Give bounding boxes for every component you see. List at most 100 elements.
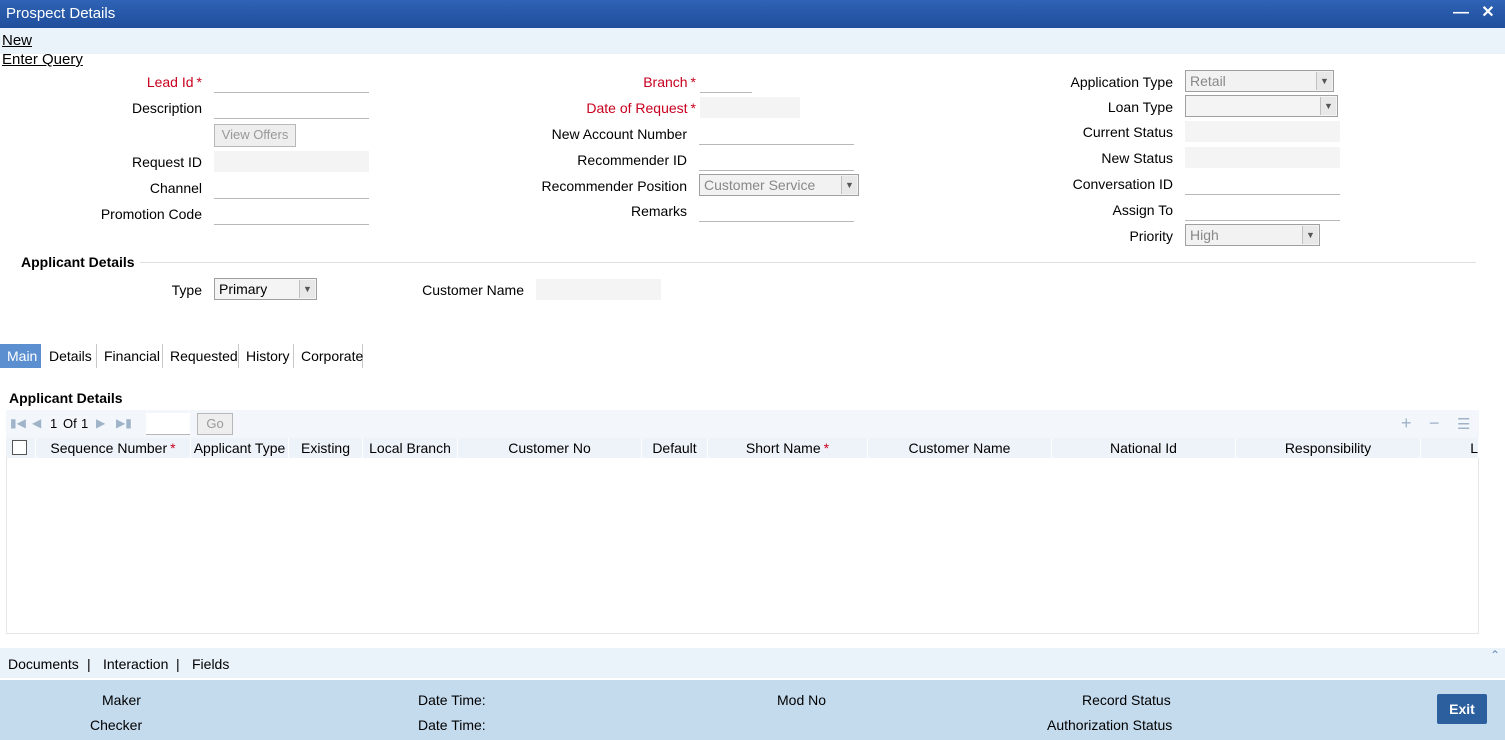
chevron-down-icon: ▼: [1302, 226, 1318, 244]
mod-no-label: Mod No: [777, 692, 827, 708]
channel-label: Channel: [149, 180, 202, 196]
description-input[interactable]: [214, 97, 369, 119]
window-titlebar: Prospect Details — ✕: [0, 0, 1505, 28]
channel-input[interactable]: [214, 177, 369, 199]
customer-name-input: [536, 279, 661, 301]
last-page-icon[interactable]: ▶▮: [116, 416, 132, 430]
new-account-number-label: New Account Number: [551, 126, 687, 142]
applicant-type-select[interactable]: Primary ▼: [214, 278, 317, 300]
link-separator: |: [87, 656, 91, 672]
customer-name-label: Customer Name: [422, 282, 524, 298]
priority-value: High: [1190, 227, 1219, 243]
col-l[interactable]: L: [1421, 438, 1479, 458]
loan-type-select[interactable]: ▼: [1185, 95, 1338, 117]
remarks-label: Remarks: [630, 203, 687, 219]
recommender-position-value: Customer Service: [704, 177, 816, 193]
first-page-icon[interactable]: ▮◀: [10, 416, 26, 430]
application-type-select[interactable]: Retail ▼: [1185, 70, 1334, 92]
audit-footer: Maker Checker Date Time: Date Time: Mod …: [0, 680, 1505, 740]
assign-to-input[interactable]: [1185, 199, 1340, 221]
applicant-details-section-title: Applicant Details: [21, 254, 135, 270]
request-id-input: [214, 151, 369, 173]
recommender-id-label: Recommender ID: [577, 152, 687, 168]
current-status-label: Current Status: [1082, 124, 1173, 140]
date-of-request-label: Date of Request *: [586, 100, 696, 116]
page-number-input[interactable]: [146, 413, 190, 435]
new-status-input: [1185, 147, 1340, 169]
enter-query-link[interactable]: Enter Query: [2, 51, 83, 68]
recommender-position-label: Recommender Position: [541, 178, 687, 194]
menu-bar: [0, 28, 1505, 54]
link-separator: |: [176, 656, 180, 672]
tab-details[interactable]: Details: [42, 344, 97, 368]
chevron-down-icon: ▼: [841, 176, 857, 194]
select-all-checkbox[interactable]: [12, 440, 27, 455]
chevron-down-icon: ▼: [1320, 97, 1336, 115]
multi-row-view-icon[interactable]: ☰: [1457, 415, 1470, 433]
minimize-icon[interactable]: —: [1451, 3, 1471, 23]
close-icon[interactable]: ✕: [1478, 3, 1498, 23]
new-account-number-input[interactable]: [699, 123, 854, 145]
current-status-input: [1185, 121, 1340, 143]
remarks-input[interactable]: [699, 200, 854, 222]
col-applicant-type[interactable]: Applicant Type: [191, 438, 289, 458]
application-type-label: Application Type: [1070, 74, 1173, 90]
prev-page-icon[interactable]: ◀: [32, 416, 41, 430]
go-button[interactable]: Go: [197, 413, 233, 435]
window-title: Prospect Details: [6, 5, 116, 22]
conversation-id-input[interactable]: [1185, 173, 1340, 195]
grid-header: Sequence Number * Applicant Type Existing…: [6, 438, 1479, 458]
interaction-link[interactable]: Interaction: [103, 656, 168, 672]
application-type-value: Retail: [1190, 73, 1226, 89]
col-local-branch[interactable]: Local Branch: [363, 438, 458, 458]
fields-link[interactable]: Fields: [192, 656, 229, 672]
col-responsibility[interactable]: Responsibility: [1236, 438, 1421, 458]
view-offers-button[interactable]: View Offers: [214, 124, 296, 147]
record-status-label: Record Status: [1082, 692, 1171, 708]
delete-row-icon[interactable]: −: [1429, 413, 1440, 434]
priority-label: Priority: [1129, 228, 1173, 244]
lead-id-label: Lead Id *: [146, 74, 202, 90]
col-default[interactable]: Default: [642, 438, 708, 458]
col-national-id[interactable]: National Id: [1052, 438, 1236, 458]
branch-input[interactable]: [700, 71, 752, 93]
promotion-code-label: Promotion Code: [100, 206, 202, 222]
authorization-status-label: Authorization Status: [1047, 717, 1173, 733]
tab-main[interactable]: Main: [0, 344, 41, 368]
tab-financial[interactable]: Financial: [97, 344, 163, 368]
applicant-type-value: Primary: [219, 281, 268, 297]
grid-title: Applicant Details: [9, 390, 123, 406]
recommender-id-input[interactable]: [699, 149, 854, 171]
new-link[interactable]: New: [2, 32, 32, 49]
col-short-name[interactable]: Short Name *: [708, 438, 868, 458]
tab-requested[interactable]: Requested: [163, 344, 239, 368]
type-label: Type: [171, 282, 202, 298]
col-customer-name[interactable]: Customer Name: [868, 438, 1052, 458]
maker-label: Maker: [102, 692, 141, 708]
promotion-code-input[interactable]: [214, 203, 369, 225]
loan-type-label: Loan Type: [1107, 99, 1173, 115]
checker-label: Checker: [90, 717, 143, 733]
maker-date-time-label: Date Time:: [418, 692, 486, 708]
priority-select[interactable]: High ▼: [1185, 224, 1320, 246]
branch-label: Branch *: [643, 74, 696, 90]
chevron-down-icon: ▼: [299, 280, 315, 298]
tab-corporate[interactable]: Corporate: [294, 344, 363, 368]
date-of-request-input: [700, 97, 800, 119]
pager-current: 1: [50, 416, 58, 431]
recommender-position-select[interactable]: Customer Service ▼: [699, 174, 859, 196]
tab-history[interactable]: History: [239, 344, 294, 368]
col-sequence-number[interactable]: Sequence Number *: [36, 438, 191, 458]
col-existing[interactable]: Existing: [289, 438, 363, 458]
col-customer-no[interactable]: Customer No: [458, 438, 642, 458]
documents-link[interactable]: Documents: [8, 656, 79, 672]
exit-button[interactable]: Exit: [1437, 694, 1487, 724]
next-page-icon[interactable]: ▶: [96, 416, 105, 430]
add-row-icon[interactable]: +: [1401, 413, 1412, 434]
checker-date-time-label: Date Time:: [418, 717, 486, 733]
bottom-links-bar: Documents | Interaction | Fields ⌃: [0, 648, 1505, 678]
chevron-down-icon: ▼: [1316, 72, 1332, 90]
lead-id-input[interactable]: [214, 71, 369, 93]
collapse-up-icon[interactable]: ⌃: [1490, 648, 1500, 662]
description-label: Description: [131, 100, 202, 116]
